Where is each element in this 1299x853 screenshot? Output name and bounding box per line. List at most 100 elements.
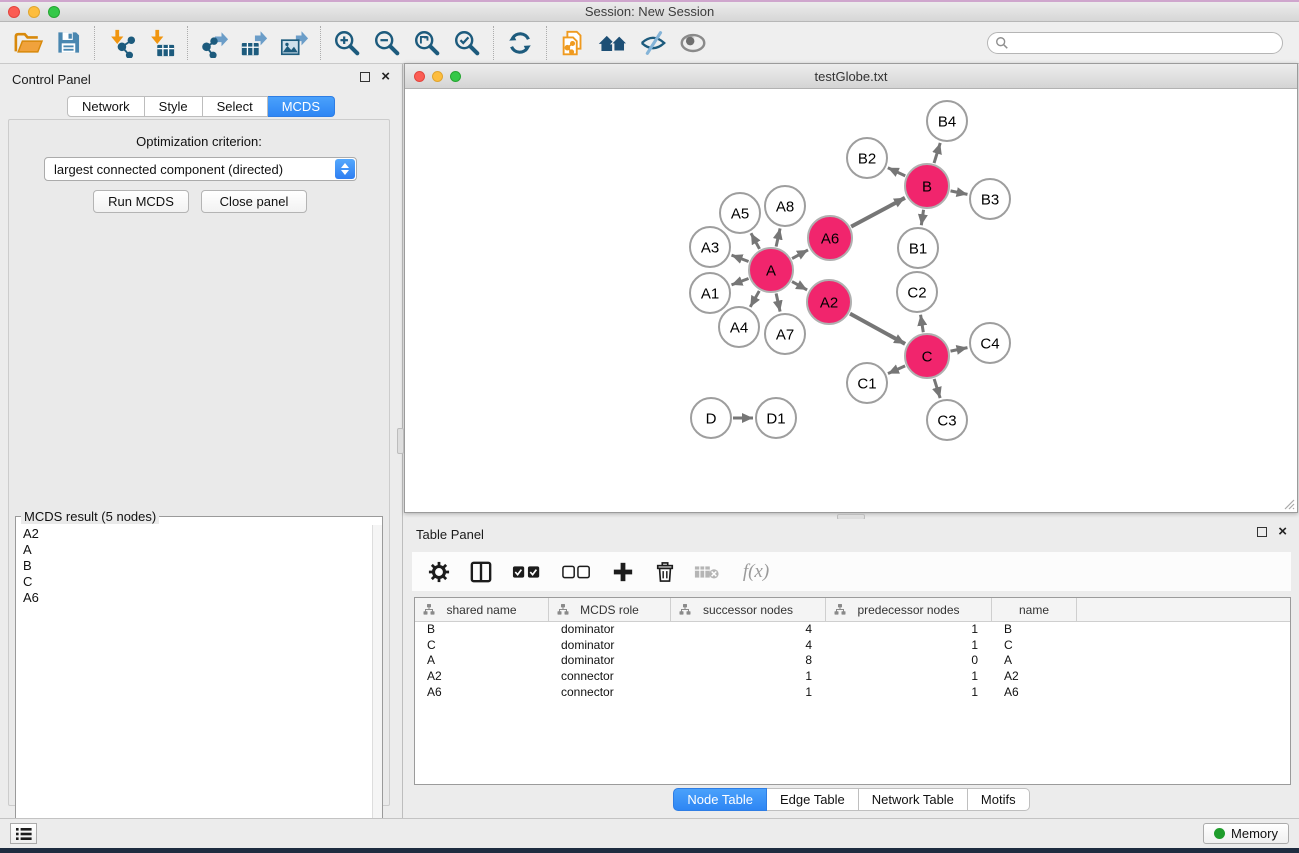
run-mcds-button[interactable]: Run MCDS (93, 190, 189, 213)
graph-node-C4[interactable]: C4 (970, 323, 1010, 363)
graph-node-D1[interactable]: D1 (756, 398, 796, 438)
import-table-button[interactable] (141, 25, 181, 61)
graph-node-B3[interactable]: B3 (970, 179, 1010, 219)
select-all-button[interactable] (510, 559, 544, 585)
graph-node-C2[interactable]: C2 (897, 272, 937, 312)
delete-column-button[interactable] (652, 559, 678, 585)
tab-select[interactable]: Select (203, 96, 268, 117)
column-header-successor-nodes[interactable]: successor nodes (671, 598, 826, 621)
graph-edge-A-A2[interactable] (792, 282, 807, 290)
table-row[interactable]: A6connector11A6 (415, 685, 1290, 701)
delete-table-button[interactable] (694, 559, 720, 585)
graph-node-A6[interactable]: A6 (808, 216, 852, 260)
tab-edge-table[interactable]: Edge Table (767, 788, 859, 811)
zoom-fit-button[interactable] (407, 25, 447, 61)
graph-edge-A-A5[interactable] (751, 233, 760, 249)
graph-node-A4[interactable]: A4 (719, 307, 759, 347)
table-row[interactable]: A2connector11A2 (415, 669, 1290, 685)
add-column-button[interactable] (610, 559, 636, 585)
graph-node-A2[interactable]: A2 (807, 280, 851, 324)
node-table[interactable]: shared nameMCDS rolesuccessor nodesprede… (414, 597, 1291, 785)
graph-node-B[interactable]: B (905, 164, 949, 208)
result-scrollbar[interactable] (372, 525, 382, 853)
split-view-button[interactable] (468, 559, 494, 585)
graph-node-A5[interactable]: A5 (720, 193, 760, 233)
graph-node-A[interactable]: A (749, 248, 793, 292)
tab-node-table[interactable]: Node Table (673, 788, 767, 811)
task-history-button[interactable] (10, 823, 37, 844)
zoom-out-button[interactable] (367, 25, 407, 61)
vertical-split-handle[interactable] (397, 428, 404, 454)
graph-node-A3[interactable]: A3 (690, 227, 730, 267)
tab-motifs[interactable]: Motifs (968, 788, 1030, 811)
mcds-result-item[interactable]: A (16, 541, 372, 557)
home-button[interactable] (593, 25, 633, 61)
graph-edge-B-B4[interactable] (934, 143, 940, 163)
graph-edge-C-C4[interactable] (951, 348, 968, 352)
import-network-button[interactable] (101, 25, 141, 61)
graph-edge-A2-C[interactable] (850, 314, 905, 344)
refresh-button[interactable] (500, 25, 540, 61)
tab-style[interactable]: Style (145, 96, 203, 117)
graph-node-C1[interactable]: C1 (847, 363, 887, 403)
graph-node-B2[interactable]: B2 (847, 138, 887, 178)
graph-node-A1[interactable]: A1 (690, 273, 730, 313)
export-table-button[interactable] (234, 25, 274, 61)
open-session-button[interactable] (8, 25, 48, 61)
column-header-predecessor-nodes[interactable]: predecessor nodes (826, 598, 992, 621)
graph-edge-A-A1[interactable] (732, 278, 749, 284)
zoom-selected-button[interactable] (447, 25, 487, 61)
network-canvas[interactable]: B4 B2 B B3 A5A8A6 A3 A B1 A1 A2 C2 A4A7 C4 C C1 C3 D D1 (405, 89, 1296, 512)
graph-node-D[interactable]: D (691, 398, 731, 438)
mcds-result-item[interactable]: A6 (16, 589, 372, 605)
float-panel-icon[interactable] (360, 72, 370, 82)
graph-edge-C-C1[interactable] (888, 366, 905, 374)
tab-mcds[interactable]: MCDS (268, 96, 335, 117)
function-builder-button[interactable]: f(x) (736, 559, 776, 585)
memory-button[interactable]: Memory (1203, 823, 1289, 844)
graph-node-A8[interactable]: A8 (765, 186, 805, 226)
save-session-button[interactable] (48, 25, 88, 61)
export-image-button[interactable] (274, 25, 314, 61)
graph-edge-B-B2[interactable] (888, 168, 905, 176)
export-network-button[interactable] (194, 25, 234, 61)
close-panel-icon[interactable]: × (381, 72, 390, 82)
graph-edge-A-A3[interactable] (732, 255, 749, 261)
tab-network[interactable]: Network (67, 96, 145, 117)
column-header-name[interactable]: name (992, 598, 1077, 621)
table-row[interactable]: Cdominator41C (415, 638, 1290, 654)
graph-node-C3[interactable]: C3 (927, 400, 967, 440)
graph-node-B4[interactable]: B4 (927, 101, 967, 141)
graph-edge-B-B1[interactable] (921, 210, 923, 225)
graph-node-B1[interactable]: B1 (898, 228, 938, 268)
graph-edge-C-C3[interactable] (934, 379, 940, 398)
tab-network-table[interactable]: Network Table (859, 788, 968, 811)
table-row[interactable]: Bdominator41B (415, 622, 1290, 638)
show-eye-button[interactable] (673, 25, 713, 61)
mcds-result-item[interactable]: A2 (16, 525, 372, 541)
network-window-titlebar[interactable]: testGlobe.txt (405, 64, 1297, 89)
hide-selected-button[interactable] (633, 25, 673, 61)
column-header-shared-name[interactable]: shared name (415, 598, 549, 621)
close-panel-button[interactable]: Close panel (201, 190, 307, 213)
graph-node-A7[interactable]: A7 (765, 314, 805, 354)
graph-edge-A-A8[interactable] (776, 228, 780, 246)
table-settings-button[interactable] (426, 559, 452, 585)
graph-edge-A-A6[interactable] (792, 250, 808, 259)
resize-grip-icon[interactable] (1281, 496, 1295, 510)
graph-edge-A-A7[interactable] (776, 293, 780, 311)
graph-node-C[interactable]: C (905, 334, 949, 378)
mcds-result-item[interactable]: B (16, 557, 372, 573)
table-close-icon[interactable]: × (1278, 527, 1287, 537)
table-row[interactable]: Adominator80A (415, 653, 1290, 669)
criterion-dropdown[interactable]: largest connected component (directed) (44, 157, 357, 181)
zoom-in-button[interactable] (327, 25, 367, 61)
graph-edge-B-B3[interactable] (951, 191, 968, 195)
graph-edge-A6-B[interactable] (851, 198, 905, 227)
table-float-icon[interactable] (1257, 527, 1267, 537)
search-input[interactable] (987, 32, 1283, 54)
duplicate-network-button[interactable] (553, 25, 593, 61)
graph-edge-C-C2[interactable] (921, 315, 924, 333)
mcds-result-item[interactable]: C (16, 573, 372, 589)
graph-edge-A-A4[interactable] (750, 291, 759, 307)
